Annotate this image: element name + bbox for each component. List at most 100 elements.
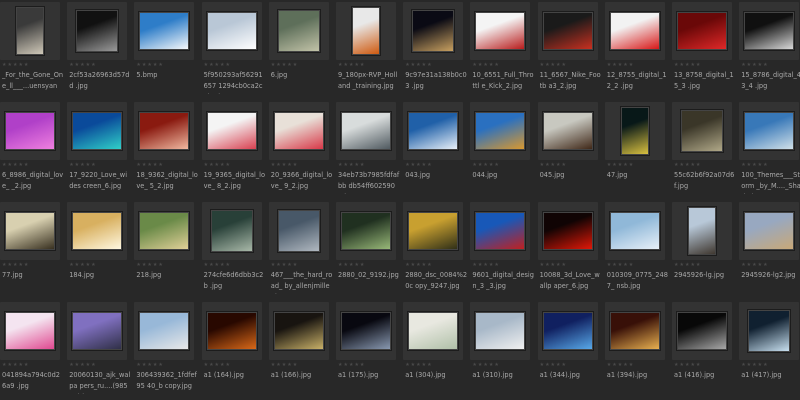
rating-stars[interactable]: ★★★★★	[405, 62, 432, 68]
thumbnail-image[interactable]	[620, 107, 649, 155]
thumbnail-item[interactable]: ★★★★★ 11_6567_Nike_Footb a3_2.jpg	[537, 0, 601, 100]
thumbnail-image[interactable]	[748, 310, 791, 352]
thumbnail-frame[interactable]	[739, 102, 800, 160]
thumbnail-image[interactable]	[16, 7, 44, 55]
thumbnail-item[interactable]: ★★★★★ a1 (166).jpg	[268, 300, 331, 400]
rating-stars[interactable]: ★★★★★	[2, 262, 29, 268]
thumbnail-frame[interactable]	[470, 2, 531, 60]
rating-stars[interactable]: ★★★★★	[2, 162, 29, 168]
thumbnail-frame[interactable]	[201, 102, 262, 160]
thumbnail-frame[interactable]	[0, 202, 60, 260]
thumbnail-item[interactable]: ★★★★★ 9c97e31a138b0c03 .jpg	[403, 0, 467, 100]
thumbnail-image[interactable]	[408, 112, 459, 150]
thumbnail-image[interactable]	[744, 212, 795, 250]
rating-stars[interactable]: ★★★★★	[69, 62, 96, 68]
thumbnail-frame[interactable]	[604, 2, 665, 60]
thumbnail-frame[interactable]	[0, 102, 60, 160]
thumbnail-image[interactable]	[277, 10, 320, 52]
rating-stars[interactable]: ★★★★★	[741, 62, 768, 68]
thumbnail-image[interactable]	[139, 112, 190, 150]
thumbnail-item[interactable]: ★★★★★ 467___the_hard_road_ by_allenjmille…	[268, 200, 332, 300]
thumbnail-image[interactable]	[609, 212, 660, 250]
thumbnail-frame[interactable]	[201, 2, 262, 60]
rating-stars[interactable]: ★★★★★	[204, 162, 231, 168]
rating-stars[interactable]: ★★★★★	[674, 362, 701, 368]
thumbnail-item[interactable]: ★★★★★ 10_6551_Full_Throttl e_Kick_2.jpg	[470, 0, 534, 100]
rating-stars[interactable]: ★★★★★	[405, 362, 432, 368]
thumbnail-item[interactable]: ★★★★★ a1 (164).jpg	[201, 300, 264, 400]
thumbnail-item[interactable]: ★★★★★ 47.jpg	[604, 100, 667, 200]
thumbnail-frame[interactable]	[672, 202, 732, 260]
thumbnail-image[interactable]	[341, 212, 391, 250]
rating-stars[interactable]: ★★★★★	[338, 262, 365, 268]
thumbnail-item[interactable]: ★★★★★ 010309_0775_2487_ nsb.jpg	[604, 200, 668, 300]
thumbnail-frame[interactable]	[201, 202, 262, 260]
thumbnail-item[interactable]: ★★★★★ a1 (310).jpg	[470, 300, 532, 400]
thumbnail-frame[interactable]	[537, 302, 598, 360]
thumbnail-item[interactable]: ★★★★★ 044.jpg	[470, 100, 532, 200]
thumbnail-frame[interactable]	[268, 302, 329, 360]
thumbnail-image[interactable]	[677, 12, 727, 50]
thumbnail-item[interactable]: ★★★★★ 6.jpg	[268, 0, 331, 100]
rating-stars[interactable]: ★★★★★	[674, 262, 701, 268]
rating-stars[interactable]: ★★★★★	[2, 362, 29, 368]
thumbnail-item[interactable]: ★★★★★ 13_8758_digital_15_3 .jpg	[672, 0, 734, 100]
rating-stars[interactable]: ★★★★★	[607, 362, 634, 368]
rating-stars[interactable]: ★★★★★	[540, 262, 567, 268]
thumbnail-item[interactable]: ★★★★★ a1 (175).jpg	[336, 300, 398, 400]
rating-stars[interactable]: ★★★★★	[472, 362, 499, 368]
thumbnail-image[interactable]	[609, 12, 660, 50]
thumbnail-image[interactable]	[677, 312, 727, 350]
rating-stars[interactable]: ★★★★★	[204, 362, 231, 368]
thumbnail-image[interactable]	[210, 210, 253, 252]
rating-stars[interactable]: ★★★★★	[472, 62, 499, 68]
rating-stars[interactable]: ★★★★★	[2, 62, 29, 68]
thumbnail-frame[interactable]	[134, 202, 195, 260]
thumbnail-item[interactable]: ★★★★★ 6_8986_digital_love_ _2.jpg	[0, 100, 63, 200]
rating-stars[interactable]: ★★★★★	[405, 262, 432, 268]
thumbnail-image[interactable]	[542, 112, 593, 150]
rating-stars[interactable]: ★★★★★	[674, 162, 701, 168]
thumbnail-frame[interactable]	[739, 302, 800, 360]
thumbnail-frame[interactable]	[201, 302, 262, 360]
thumbnail-image[interactable]	[72, 112, 123, 150]
thumbnail-frame[interactable]	[672, 2, 732, 60]
thumbnail-item[interactable]: ★★★★★ 17_9220_Love_wides creen_6.jpg	[67, 100, 129, 200]
thumbnail-item[interactable]: ★★★★★ 9601_digital_design_3 _3.jpg	[470, 200, 534, 300]
thumbnail-item[interactable]: ★★★★★ 218.jpg	[134, 200, 196, 300]
thumbnail-item[interactable]: ★★★★★ a1 (394).jpg	[604, 300, 667, 400]
thumbnail-item[interactable]: ★★★★★ _For_the_Gone_One_ll___...uensyan	[0, 0, 63, 100]
thumbnail-frame[interactable]	[739, 202, 800, 260]
thumbnail-frame[interactable]	[336, 302, 396, 360]
thumbnail-image[interactable]	[139, 12, 190, 50]
thumbnail-image[interactable]	[72, 312, 123, 350]
thumbnail-frame[interactable]	[403, 2, 464, 60]
thumbnail-image[interactable]	[542, 312, 593, 350]
thumbnail-item[interactable]: ★★★★★ 5.bmp	[134, 0, 196, 100]
rating-stars[interactable]: ★★★★★	[607, 162, 634, 168]
rating-stars[interactable]: ★★★★★	[607, 262, 634, 268]
thumbnail-item[interactable]: ★★★★★ 2cf53a26963d57dd .jpg	[67, 0, 130, 100]
rating-stars[interactable]: ★★★★★	[69, 162, 96, 168]
thumbnail-frame[interactable]	[67, 302, 128, 360]
thumbnail-frame[interactable]	[67, 2, 128, 60]
thumbnail-image[interactable]	[72, 212, 123, 250]
thumbnail-frame[interactable]	[604, 102, 665, 160]
thumbnail-item[interactable]: ★★★★★ 20060130_ajk_walpa pers_ru....(9851…	[67, 300, 130, 400]
thumbnail-item[interactable]: ★★★★★ 15_8786_digital_43_4 .jpg	[739, 0, 800, 100]
thumbnail-item[interactable]: ★★★★★ 5f950293af56291657 1294cb0ca2c2b2.j…	[201, 0, 264, 100]
rating-stars[interactable]: ★★★★★	[136, 362, 163, 368]
rating-stars[interactable]: ★★★★★	[271, 162, 298, 168]
thumbnail-image[interactable]	[688, 207, 716, 255]
rating-stars[interactable]: ★★★★★	[741, 362, 768, 368]
thumbnail-frame[interactable]	[537, 2, 598, 60]
rating-stars[interactable]: ★★★★★	[472, 262, 499, 268]
rating-stars[interactable]: ★★★★★	[741, 162, 768, 168]
thumbnail-image[interactable]	[475, 212, 526, 250]
rating-stars[interactable]: ★★★★★	[204, 62, 231, 68]
rating-stars[interactable]: ★★★★★	[741, 262, 768, 268]
rating-stars[interactable]: ★★★★★	[338, 62, 365, 68]
thumbnail-image[interactable]	[76, 10, 119, 52]
thumbnail-image[interactable]	[681, 110, 723, 152]
thumbnail-image[interactable]	[206, 112, 257, 150]
